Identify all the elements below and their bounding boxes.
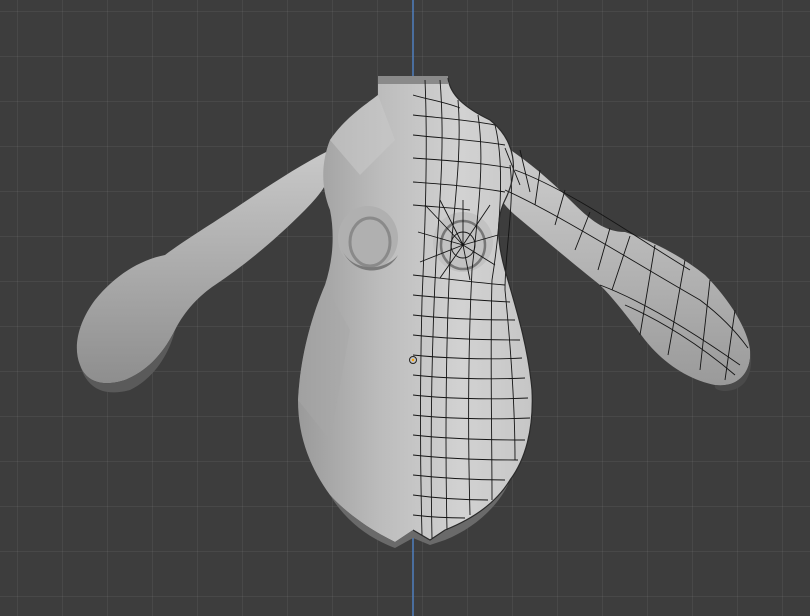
mesh-object[interactable] (76, 76, 752, 548)
viewport-canvas[interactable] (0, 0, 810, 616)
neck-top (378, 76, 448, 84)
left-arm (76, 150, 332, 384)
3d-viewport[interactable] (0, 0, 810, 616)
